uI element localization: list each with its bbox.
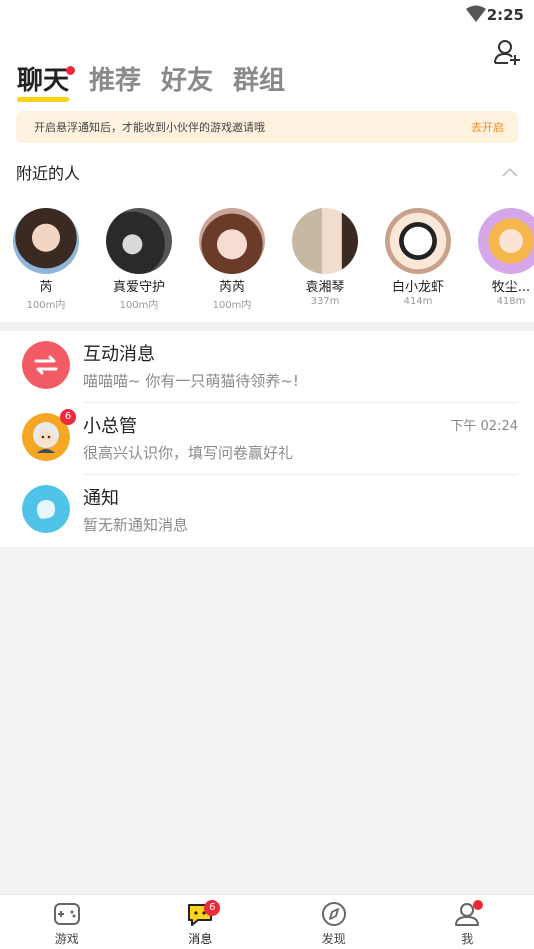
nearby-people-list: 芮 100m内 真爱守护 100m内 芮芮 100m内 袁湘琴 337m 白小龙… [0,208,534,320]
avatar [199,208,265,274]
nav-label: 我 [461,932,474,946]
message-preview: 喵喵喵~ 你有一只萌猫待领养~! [83,372,299,390]
notice-text: 开启悬浮通知后，才能收到小伙伴的游戏邀请哦 [34,121,265,134]
header: 聊天 推荐 好友 群组 开启悬浮通知后，才能收到小伙伴的游戏邀请哦 去开启 附近… [0,32,534,322]
add-friend-icon[interactable] [494,38,522,66]
tab-recommend[interactable]: 推荐 [89,64,141,98]
person-name: 芮 [39,280,53,295]
person-name: 真爱守护 [112,280,165,295]
nav-label: 消息 [188,932,213,946]
compass-icon [321,902,346,926]
nav-label: 游戏 [54,932,79,946]
person-distance: 100m内 [26,300,66,311]
message-preview: 很高兴认识你，填写问卷赢好礼 [83,444,294,462]
message-list: 互动消息 喵喵喵~ 你有一只萌猫待领养~! 6 小总管 下午 02:24 很高兴… [0,331,534,547]
gamepad-icon [53,903,80,925]
avatar [385,208,451,274]
notification-icon [22,485,70,533]
top-tabs: 聊天 推荐 好友 群组 [17,64,305,102]
message-time: 下午 02:24 [450,419,518,434]
bottom-nav: 游戏 6 消息 发现 我 [0,894,534,949]
person-name: 白小龙虾 [391,280,444,295]
nearby-person[interactable]: 袁湘琴 337m [287,208,363,307]
unread-badge: 6 [60,409,76,425]
message-item[interactable]: 6 小总管 下午 02:24 很高兴认识你，填写问卷赢好礼 [0,403,534,475]
nav-discover[interactable]: 发现 [267,895,401,949]
nav-me[interactable]: 我 [401,895,534,949]
nearby-person[interactable]: 真爱守护 100m内 [101,208,177,311]
avatar [106,208,172,274]
nav-games[interactable]: 游戏 [0,895,134,949]
avatar [13,208,79,274]
enable-notification-link[interactable]: 去开启 [471,119,504,135]
message-preview: 暂无新通知消息 [83,516,189,534]
nearby-person[interactable]: 白小龙虾 414m [380,208,456,307]
message-item[interactable]: 通知 暂无新通知消息 [0,475,534,547]
tab-chat[interactable]: 聊天 [17,64,76,102]
message-title: 互动消息 [83,344,155,365]
nearby-header: 附近的人 [16,160,518,184]
person-name: 袁湘琴 [305,280,345,295]
nav-badge: 6 [204,900,221,916]
status-time: 2:25 [486,6,524,24]
chevron-up-icon[interactable] [502,167,518,177]
nearby-person[interactable]: 芮芮 100m内 [194,208,270,311]
status-bar: 2:25 [0,0,534,32]
person-distance: 100m内 [212,300,252,311]
message-item[interactable]: 互动消息 喵喵喵~ 你有一只萌猫待领养~! [0,331,534,403]
nearby-title: 附近的人 [16,164,81,183]
avatar [292,208,358,274]
tab-chat-dot [66,66,76,75]
nearby-person[interactable]: 芮 100m内 [8,208,84,311]
interaction-icon [22,341,70,389]
nav-dot [473,900,484,910]
avatar [478,208,534,274]
notification-banner: 开启悬浮通知后，才能收到小伙伴的游戏邀请哦 去开启 [16,111,518,143]
message-title: 小总管 [83,416,137,437]
person-distance: 337m [310,296,340,307]
person-distance: 418m [496,296,526,307]
person-name: 牧尘... [491,280,531,295]
tab-friends[interactable]: 好友 [161,64,213,98]
nav-messages[interactable]: 6 消息 [134,895,268,949]
person-distance: 414m [403,296,433,307]
message-title: 通知 [83,488,119,509]
person-distance: 100m内 [119,300,159,311]
tab-groups[interactable]: 群组 [233,64,285,98]
nearby-person[interactable]: 牧尘... 418m [473,208,534,307]
wifi-icon [466,5,486,22]
nav-label: 发现 [321,932,346,946]
person-name: 芮芮 [218,280,245,295]
